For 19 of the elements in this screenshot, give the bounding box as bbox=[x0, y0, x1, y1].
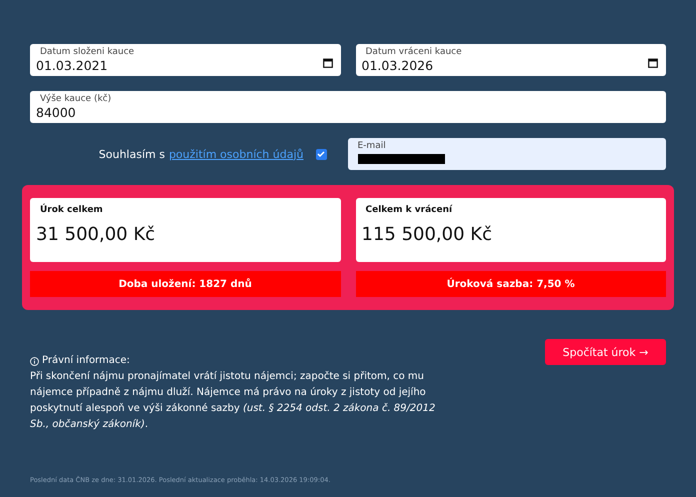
calendar-icon[interactable] bbox=[322, 58, 332, 68]
result-title: Celkem k vrácení bbox=[366, 205, 454, 215]
calculate-button[interactable]: Spočítat úrok → bbox=[545, 339, 666, 365]
result-info: Úroková sazba: 7,50 % bbox=[356, 271, 666, 297]
legal-text: Při skončení nájmu pronajímatel vrátí jistotu nájemci; započte si přitom, co mu nájemce případně z nájmu dluží. Nájemce má právo na úroky z jistoty od jejího poskytnutí alespoň ve výši zákonné sazby (ust. § 2254 odst. 2 zákona č. 89/2012 Sb., občanský zákoník). bbox=[30, 370, 436, 432]
result-value: 115 500,00 Kč bbox=[362, 224, 493, 245]
date-field[interactable]: Datum složeni kauce 01.03.2021 bbox=[30, 44, 340, 76]
legal-heading: Právní informace: bbox=[42, 354, 130, 368]
consent-text: Souhlasím s bbox=[98, 148, 165, 160]
result-info: Doba uložení: 1827 dnů bbox=[30, 271, 340, 297]
date-field[interactable]: Datum vráceni kauce 01.03.2026 bbox=[356, 44, 666, 76]
result-value: 31 500,00 Kč bbox=[36, 224, 156, 245]
amount-field[interactable]: Výše kauce (kč) 84000 bbox=[30, 91, 666, 123]
email-field[interactable]: E-mail bbox=[348, 138, 666, 170]
privacy-link[interactable]: použitím osobních údajů bbox=[168, 148, 304, 160]
result-title: Úrok celkem bbox=[40, 205, 104, 215]
consent-checkbox[interactable] bbox=[316, 148, 326, 160]
calendar-icon[interactable] bbox=[648, 58, 658, 68]
info-icon bbox=[30, 356, 39, 366]
